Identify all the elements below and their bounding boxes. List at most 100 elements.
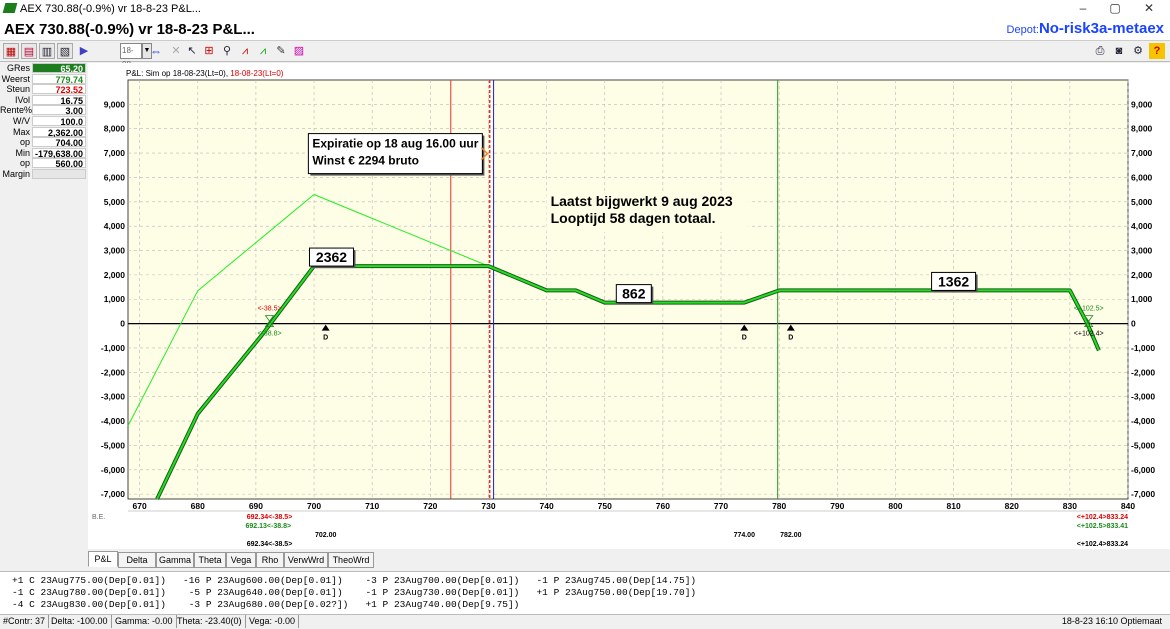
be-value: <+102.4>833.24	[1077, 514, 1128, 521]
be-value: 692.13<-38.8>	[246, 523, 292, 530]
grid-icon[interactable]: ▥	[39, 43, 55, 59]
maximize-button[interactable]: ▢	[1100, 1, 1130, 17]
sidebar-value: 779.74	[32, 73, 86, 85]
positions-list: +1 C 23Aug775.00(Dep[0.01]) -16 P 23Aug6…	[0, 571, 1170, 615]
depot-name[interactable]: No-risk3a-metaex	[1039, 20, 1164, 37]
settings-icon[interactable]: ⚙	[1130, 43, 1146, 59]
sidebar-row: Steun 723.52	[0, 84, 88, 95]
sidebar-row: IVol 16.75	[0, 94, 88, 106]
tab-gamma[interactable]: Gamma	[156, 552, 194, 568]
print-icon[interactable]: ⎙	[1092, 43, 1108, 59]
y-tick-label-right: 2,000	[1131, 270, 1153, 280]
crosshair-icon[interactable]: ⊞	[201, 43, 217, 59]
close-button[interactable]: ✕	[1134, 1, 1164, 17]
y-tick-label-right: -1,000	[1131, 343, 1155, 353]
y-tick-label-right: 9,000	[1131, 99, 1153, 109]
sidebar-row: Weerst 779.74	[0, 73, 88, 85]
x-tick-label: 810	[946, 501, 960, 511]
tab-theowrd[interactable]: TheoWrd	[328, 552, 374, 568]
annotation-text: Expiratie op 18 aug 16.00 uur	[312, 137, 478, 151]
chart-green-icon[interactable]: ⩘	[255, 43, 271, 59]
blank-icon	[94, 43, 110, 59]
sidebar-label: IVol	[14, 94, 30, 105]
multi-chart-icon[interactable]: ▨	[291, 43, 307, 59]
breakeven-top-label: <-38.5>	[257, 306, 281, 313]
y-tick-label-right: 8,000	[1131, 124, 1153, 134]
app-header: AEX 730.88(-0.9%) vr 18-8-23 P&L... Depo…	[0, 18, 1170, 41]
y-tick-label: 8,000	[104, 124, 126, 134]
sidebar-row: Max 2,362.00	[0, 126, 88, 138]
x-tick-label: 730	[481, 501, 495, 511]
x-tick-label: 790	[830, 501, 844, 511]
y-tick-label: 3,000	[104, 246, 126, 256]
value-label: 2362	[316, 249, 347, 265]
sidebar-value: 65.20	[32, 63, 86, 74]
pnl-chart[interactable]: P&L: Sim op 18-08-23(Lt=0), 18-08-23(Lt=…	[88, 63, 1170, 549]
y-tick-label: 6,000	[104, 172, 126, 182]
play-icon[interactable]: ▶	[76, 43, 92, 59]
breakeven-bottom-label: <-38.8>	[257, 331, 281, 338]
depot-label: Depot:No-risk3a-metaex	[1007, 20, 1164, 37]
tab-pl[interactable]: P&L	[88, 551, 118, 567]
status-vega: Vega: -0.00	[246, 615, 300, 628]
pen-icon[interactable]: ✎	[273, 43, 289, 59]
arrows-icon[interactable]: ⇔	[148, 43, 164, 59]
sidebar-row: op 704.00	[0, 137, 88, 148]
zoom-icon[interactable]: ⚲	[219, 43, 235, 59]
help-icon[interactable]: ?	[1149, 43, 1165, 59]
x-icon[interactable]: ✕	[168, 43, 184, 59]
window-title: AEX 730.88(-0.9%) vr 18-8-23 P&L...	[20, 3, 201, 15]
sidebar-label: Steun	[6, 84, 30, 95]
be-value: 774.00	[734, 532, 756, 539]
y-tick-label-right: 3,000	[1131, 246, 1153, 256]
tab-theta[interactable]: Theta	[194, 552, 226, 568]
tab-rho[interactable]: Rho	[256, 552, 284, 568]
breakeven-top-label: <+102.5>	[1074, 306, 1104, 313]
y-tick-label: 9,000	[104, 99, 126, 109]
chart-header-black: P&L: Sim op 18-08-23(Lt=0),	[126, 69, 230, 78]
tab-verwwrd[interactable]: VerwWrd	[284, 552, 328, 568]
camera-icon[interactable]: ◙	[1111, 43, 1127, 59]
y-tick-label: 2,000	[104, 270, 126, 280]
dividend-label: D	[742, 335, 747, 342]
y-tick-label: -7,000	[101, 489, 125, 499]
cursor-icon[interactable]: ↖	[184, 43, 200, 59]
chart-header-red: 18-08-23(Lt=0)	[230, 69, 283, 78]
sheet-icon[interactable]: ▧	[57, 43, 73, 59]
y-tick-label-right: -5,000	[1131, 440, 1155, 450]
annotation-text: Laatst bijgwerkt 9 aug 2023	[551, 193, 733, 209]
date-field[interactable]: 18-08-23	[120, 43, 142, 83]
be-value: <+102.4>833.24	[1077, 541, 1128, 548]
sidebar-label: W/V	[13, 115, 30, 126]
y-tick-label-right: 5,000	[1131, 197, 1153, 207]
sidebar-value: 100.0	[32, 115, 86, 127]
y-tick-label: -6,000	[101, 465, 125, 475]
x-tick-label: 780	[772, 501, 786, 511]
table-icon[interactable]: ▤	[21, 43, 37, 59]
tab-delta[interactable]: Delta	[118, 552, 156, 568]
sidebar-value: 16.75	[32, 94, 86, 106]
sidebar-label: Min	[15, 147, 30, 158]
be-value: <+102.5>833.41	[1077, 523, 1128, 530]
y-tick-label-right: -3,000	[1131, 392, 1155, 402]
pnl-chart-svg[interactable]: P&L: Sim op 18-08-23(Lt=0), 18-08-23(Lt=…	[88, 63, 1170, 549]
sidebar-value: 3.00	[32, 105, 86, 116]
y-tick-label-right: 7,000	[1131, 148, 1153, 158]
y-tick-label: 4,000	[104, 221, 126, 231]
x-tick-label: 750	[598, 501, 612, 511]
tab-vega[interactable]: Vega	[226, 552, 256, 568]
app-icon	[2, 3, 18, 13]
value-label: 1362	[938, 273, 969, 289]
minimize-button[interactable]: –	[1068, 1, 1098, 17]
x-tick-label: 710	[365, 501, 379, 511]
sidebar-row: Min -179,638.00	[0, 147, 88, 159]
y-tick-label: -3,000	[101, 392, 125, 402]
chart-line-icon[interactable]: ⩘	[237, 43, 253, 59]
annotation-text: Looptijd 58 dagen totaal.	[551, 210, 716, 226]
calendar-icon[interactable]: ▦	[3, 43, 19, 59]
x-tick-label: 770	[714, 501, 728, 511]
breakeven-bottom-label: <+102.4>	[1074, 331, 1104, 338]
dividend-label: D	[323, 335, 328, 342]
x-tick-label: 830	[1063, 501, 1077, 511]
y-tick-label-right: -2,000	[1131, 367, 1155, 377]
